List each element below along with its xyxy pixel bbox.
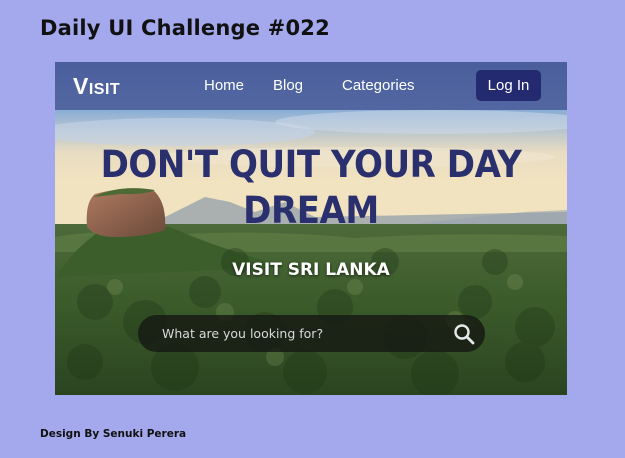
nav-link-home[interactable]: Home — [204, 77, 244, 94]
site-logo[interactable]: VISIT — [73, 73, 120, 100]
website-mockup: VISIT Home Blog Categories Log In DON'T … — [55, 62, 567, 395]
search-input[interactable] — [162, 323, 442, 344]
hero-title: DON'T QUIT YOUR DAY DREAM — [75, 142, 546, 234]
designer-credit: Design By Senuki Perera — [40, 428, 187, 440]
challenge-title: Daily UI Challenge #022 — [40, 16, 330, 40]
nav-link-categories[interactable]: Categories — [342, 77, 415, 94]
search-icon[interactable] — [452, 322, 476, 346]
search-bar — [138, 315, 485, 352]
nav-link-blog[interactable]: Blog — [273, 77, 303, 94]
hero-title-line-1: DON'T QUIT YOUR DAY — [100, 143, 522, 186]
hero-title-line-2: DREAM — [243, 189, 379, 232]
navbar: VISIT Home Blog Categories Log In — [55, 62, 567, 110]
hero-subtitle: VISIT SRI LANKA — [232, 260, 390, 280]
login-button[interactable]: Log In — [476, 70, 541, 101]
